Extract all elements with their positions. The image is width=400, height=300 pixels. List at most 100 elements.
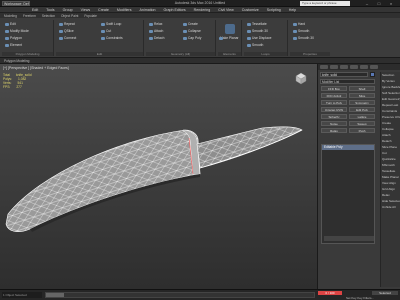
minimize-button[interactable]: – <box>362 1 372 6</box>
ribbon-button[interactable]: Make Planar <box>218 36 239 41</box>
modifier-button[interactable]: FFD Box <box>321 86 347 91</box>
ribbon-button[interactable]: Relax <box>148 22 162 27</box>
modifier-button[interactable]: Symmetry <box>349 100 375 105</box>
ribbon-button[interactable]: Tessellate <box>246 22 267 27</box>
ribbon-group-label: Loops <box>244 52 287 56</box>
ribbon-button[interactable]: Polygon <box>4 36 22 41</box>
modifier-stack[interactable]: Editable Poly <box>321 144 375 244</box>
ribbon-button[interactable]: Element <box>4 43 22 48</box>
hierarchy-tab-icon[interactable] <box>340 65 348 69</box>
ribbon-button[interactable]: Cap Poly <box>182 36 201 41</box>
object-color-swatch[interactable] <box>370 72 375 77</box>
ribbon: Edit Modify Mode Polygon Element Polygon… <box>0 18 400 58</box>
modifier-button[interactable]: Sweep <box>349 121 375 126</box>
selection-status: 1 Object Selected <box>2 292 42 298</box>
close-button[interactable]: × <box>386 1 396 6</box>
stack-controls[interactable] <box>324 236 374 241</box>
command-panel: knife_solid Modifier List FFD Box Shell … <box>318 64 400 289</box>
modifier-button[interactable]: Shell <box>349 86 375 91</box>
ribbon-button[interactable]: QSlice <box>58 29 74 34</box>
ribbon-button[interactable]: Smooth 30 <box>292 36 314 41</box>
menu-graph-editors[interactable]: Graph Editors <box>164 8 186 12</box>
ribbon-button[interactable]: Swift Loop <box>100 22 121 27</box>
modifier-button[interactable]: Relax <box>321 128 347 133</box>
menu-civil-view[interactable]: Civil View <box>218 8 234 12</box>
ribbon-button[interactable]: Hard <box>292 22 305 27</box>
window-title: Autodesk 3ds Max 2016 Untitled <box>174 1 226 5</box>
status-bar: 1 Object Selected 0 / 100 Selected Set K… <box>0 289 400 300</box>
workspace-dropdown[interactable]: Workspace: Default <box>2 1 30 6</box>
modifier-button[interactable]: Spherify <box>321 114 347 119</box>
ribbon-button[interactable]: Repeat <box>58 22 75 27</box>
ribbon-group-label: Properties <box>290 52 330 56</box>
menu-rendering[interactable]: Rendering <box>194 8 211 12</box>
modifier-button[interactable]: Unwrap UVW <box>321 107 347 112</box>
tab-freeform[interactable]: Freeform <box>23 14 36 18</box>
frame-counter[interactable]: 0 / 100 <box>318 291 342 295</box>
menu-customize[interactable]: Customize <box>242 8 259 12</box>
ribbon-button[interactable]: Modify Mode <box>4 29 29 34</box>
title-bar: Workspace: Default Autodesk 3ds Max 2016… <box>0 0 400 7</box>
ribbon-button[interactable]: Smooth <box>246 43 263 48</box>
ribbon-button[interactable]: Collapse <box>182 29 201 34</box>
menu-scripting[interactable]: Scripting <box>267 8 281 12</box>
ribbon-button[interactable]: Attach <box>148 29 163 34</box>
menu-edit[interactable]: Edit <box>32 8 38 12</box>
modifier-button[interactable]: Push <box>349 128 375 133</box>
modify-tab-icon[interactable] <box>330 65 338 69</box>
menu-animation[interactable]: Animation <box>140 8 156 12</box>
motion-tab-icon[interactable] <box>350 65 358 69</box>
search-input[interactable]: Type a keyword or phrase <box>300 1 350 6</box>
rollout-column: Selection By Vertex Ignore Backfacing So… <box>380 72 400 287</box>
menu-tools[interactable]: Tools <box>46 8 54 12</box>
object-name-field[interactable]: knife_solid <box>320 72 368 77</box>
ribbon-button[interactable]: Detach <box>148 36 164 41</box>
tab-selection[interactable]: Selection <box>42 14 55 18</box>
timeline[interactable] <box>45 292 315 298</box>
tab-populate[interactable]: Populate <box>84 14 97 18</box>
ribbon-group-label: Geometry (All) <box>146 52 215 56</box>
ribbon-group-label: Edit <box>56 52 143 56</box>
modifier-button[interactable]: Lattice <box>349 114 375 119</box>
make-planar-icon[interactable] <box>225 24 235 34</box>
ribbon-button[interactable]: Edit <box>4 22 16 27</box>
ribbon-button[interactable]: Create <box>182 22 198 27</box>
rollout-item[interactable]: Unhide All <box>381 204 400 210</box>
ribbon-button[interactable]: Smooth 30 <box>246 29 268 34</box>
create-tab-icon[interactable] <box>320 65 328 69</box>
modifier-button[interactable]: Slice <box>349 93 375 98</box>
menu-views[interactable]: Views <box>81 8 91 12</box>
key-selection-dropdown[interactable]: Selected <box>372 291 398 295</box>
toolbar-label: Polygon Modeling <box>4 59 30 63</box>
menu-group[interactable]: Group <box>63 8 73 12</box>
modifier-button[interactable]: Edit Poly <box>349 107 375 112</box>
modifier-list-dropdown[interactable]: Modifier List <box>320 79 375 84</box>
perspective-viewport[interactable]: [+] [Perspective ] [Shaded + Edged Faces… <box>0 64 318 289</box>
ribbon-button[interactable]: Cut <box>100 29 111 34</box>
modifier-button[interactable]: Turn to Poly <box>321 100 347 105</box>
ribbon-button[interactable]: Constraints <box>100 36 123 41</box>
ribbon-button[interactable]: Use Displace <box>246 36 271 41</box>
ribbon-button[interactable]: Smooth <box>292 29 309 34</box>
menu-help[interactable]: Help <box>289 8 296 12</box>
ribbon-group-geometry: Relax Attach Detach Create Collapse Cap … <box>146 20 216 56</box>
maximize-button[interactable]: □ <box>374 1 384 6</box>
display-tab-icon[interactable] <box>360 65 368 69</box>
time-slider[interactable] <box>46 293 64 297</box>
set-key-controls[interactable]: Set Key Key Filters... <box>346 296 374 300</box>
ribbon-group-polygon-modeling: Edit Modify Mode Polygon Element Polygon… <box>2 20 54 56</box>
knife-mesh[interactable] <box>0 64 318 289</box>
tab-object-paint[interactable]: Object Paint <box>61 14 78 18</box>
menu-create[interactable]: Create <box>98 8 109 12</box>
tab-modeling[interactable]: Modeling <box>4 14 17 18</box>
utilities-tab-icon[interactable] <box>370 65 378 69</box>
menu-modifiers[interactable]: Modifiers <box>117 8 132 12</box>
ribbon-button[interactable]: Connect <box>58 36 76 41</box>
ribbon-group-edit: Repeat QSlice Connect Swift Loop Cut Con… <box>56 20 144 56</box>
modifier-button[interactable]: Noise <box>321 121 347 126</box>
ribbon-group-elements: Make Planar Elements <box>218 20 242 56</box>
modifier-button[interactable]: FFD 2x2x2 <box>321 93 347 98</box>
command-panel-tabs <box>318 64 400 70</box>
ribbon-group-label: Elements <box>218 52 241 56</box>
stack-item[interactable]: Editable Poly <box>322 145 374 150</box>
